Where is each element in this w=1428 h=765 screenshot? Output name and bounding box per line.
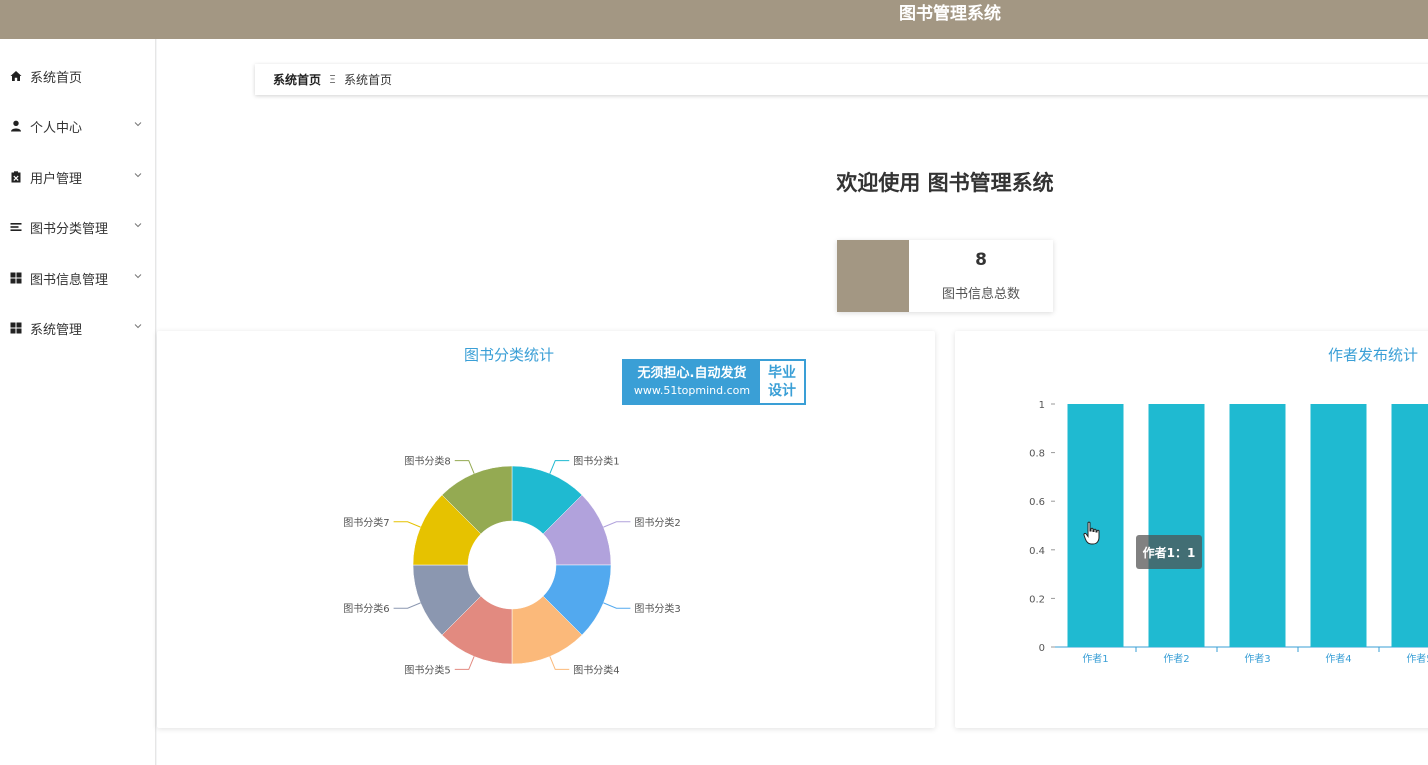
pie-label-line xyxy=(549,460,570,474)
watermark-line2: www.51topmind.com xyxy=(633,384,751,397)
main-content: 系统首页 Ξ 系统首页 欢迎使用 图书管理系统 8 图书信息总数 图书分类统计 … xyxy=(157,39,1428,765)
pie-label-line xyxy=(454,460,475,474)
y-tick-label: 1 xyxy=(1039,400,1045,411)
y-tick-label: 0.2 xyxy=(1029,594,1045,605)
x-tick-label: 作者2 xyxy=(1163,653,1189,665)
chevron-down-icon xyxy=(134,324,142,329)
sidebar-item-label: 系统首页 xyxy=(30,70,83,86)
grid-icon xyxy=(10,322,22,334)
sidebar-item-home[interactable]: 系统首页 xyxy=(0,58,156,94)
breadcrumb-current: 系统首页 xyxy=(343,73,392,87)
top-header: 图书管理系统 xyxy=(0,0,1428,39)
user-icon xyxy=(10,120,22,132)
pie-label-line xyxy=(393,521,421,528)
chevron-down-icon xyxy=(134,274,142,279)
sidebar: 系统首页 个人中心 用户管理 图书分类管理 图书信息管理 系统管理 xyxy=(0,39,156,765)
y-tick-label: 0.4 xyxy=(1029,546,1045,557)
sidebar-item-book-info-management[interactable]: 图书信息管理 xyxy=(0,260,156,296)
breadcrumb: 系统首页 Ξ 系统首页 xyxy=(255,64,1428,95)
stat-card-swatch xyxy=(837,240,909,312)
clipboard-icon xyxy=(10,171,22,183)
stat-card-book-total: 8 图书信息总数 xyxy=(837,240,1053,312)
y-tick-label: 0 xyxy=(1039,643,1045,654)
chevron-down-icon xyxy=(134,122,142,127)
sidebar-item-label: 图书分类管理 xyxy=(30,221,109,237)
pie-label: 图书分类6 xyxy=(343,602,389,615)
pie-label: 图书分类5 xyxy=(404,663,450,676)
home-icon xyxy=(10,70,22,82)
list-icon xyxy=(10,221,22,233)
y-tick-label: 0.8 xyxy=(1029,449,1045,460)
x-tick-label: 作者5 xyxy=(1406,653,1428,665)
y-tick-label: 0.6 xyxy=(1029,497,1045,508)
breadcrumb-home[interactable]: 系统首页 xyxy=(273,71,321,88)
chart-tooltip: 作者1：1 xyxy=(1136,535,1202,569)
pie-label-line xyxy=(393,602,421,609)
hand-cursor-icon xyxy=(1083,521,1100,545)
pie-label-line xyxy=(454,656,475,670)
bar xyxy=(1391,404,1428,647)
watermark-badge: 无须担心.自动发货 www.51topmind.com 毕业 设计 xyxy=(622,359,806,405)
x-tick-label: 作者3 xyxy=(1244,653,1270,665)
grid-icon xyxy=(10,272,22,284)
app-title: 图书管理系统 xyxy=(899,4,1001,24)
pie-label: 图书分类4 xyxy=(573,663,619,676)
watermark-line1: 无须担心.自动发货 xyxy=(637,366,747,381)
watermark-left: 无须担心.自动发货 www.51topmind.com xyxy=(624,361,760,403)
pie-label: 图书分类1 xyxy=(573,455,619,468)
category-pie-chart: 图书分类1 图书分类2 图书分类3 图书分类4 图书分类5 图书分类6 图书分类7 图书分类8 xyxy=(343,455,681,677)
watermark-right2: 设计 xyxy=(768,383,796,399)
author-bar-chart: 0 0.2 0.4 0.6 0.8 1 作者1 作者2 作者3 作者4 作者5 xyxy=(1029,400,1428,665)
pie-label: 图书分类7 xyxy=(343,516,389,529)
sidebar-item-personal-center[interactable]: 个人中心 xyxy=(0,108,156,144)
stat-caption: 图书信息总数 xyxy=(941,287,1020,302)
breadcrumb-separator: Ξ xyxy=(329,73,336,86)
watermark-right1: 毕业 xyxy=(768,365,796,381)
author-chart-panel: 作者发布统计 00.20.40.60.81作者1作者2作者3作者4作者5 xyxy=(955,331,1428,728)
sidebar-item-label: 图书信息管理 xyxy=(30,272,109,288)
bar xyxy=(1229,404,1286,647)
pie-label: 图书分类8 xyxy=(404,455,450,468)
pie-label-line xyxy=(549,656,570,670)
stat-value: 8 xyxy=(975,250,987,270)
sidebar-item-label: 系统管理 xyxy=(30,322,83,338)
chevron-down-icon xyxy=(134,223,142,228)
pie-label-line xyxy=(603,602,631,609)
sidebar-item-label: 个人中心 xyxy=(30,120,83,136)
x-tick-label: 作者4 xyxy=(1325,653,1351,665)
pie-label-line xyxy=(603,521,631,528)
category-chart-panel: 图书分类统计 图书分类1 图书分类2 图书分类3 图书分类4 图书分类5 图书分类6 图书分… xyxy=(157,331,935,728)
bar xyxy=(1310,404,1367,647)
sidebar-item-book-category-management[interactable]: 图书分类管理 xyxy=(0,209,156,245)
bar xyxy=(1148,404,1205,647)
chevron-down-icon xyxy=(134,173,142,178)
x-tick-label: 作者1 xyxy=(1082,653,1108,665)
pie-label: 图书分类2 xyxy=(634,516,680,529)
sidebar-item-user-management[interactable]: 用户管理 xyxy=(0,159,156,195)
welcome-heading: 欢迎使用 图书管理系统 xyxy=(836,171,1054,195)
sidebar-item-system-management[interactable]: 系统管理 xyxy=(0,310,156,346)
sidebar-item-label: 用户管理 xyxy=(30,171,83,187)
watermark-right: 毕业 设计 xyxy=(760,361,804,403)
pie-label: 图书分类3 xyxy=(634,602,680,615)
